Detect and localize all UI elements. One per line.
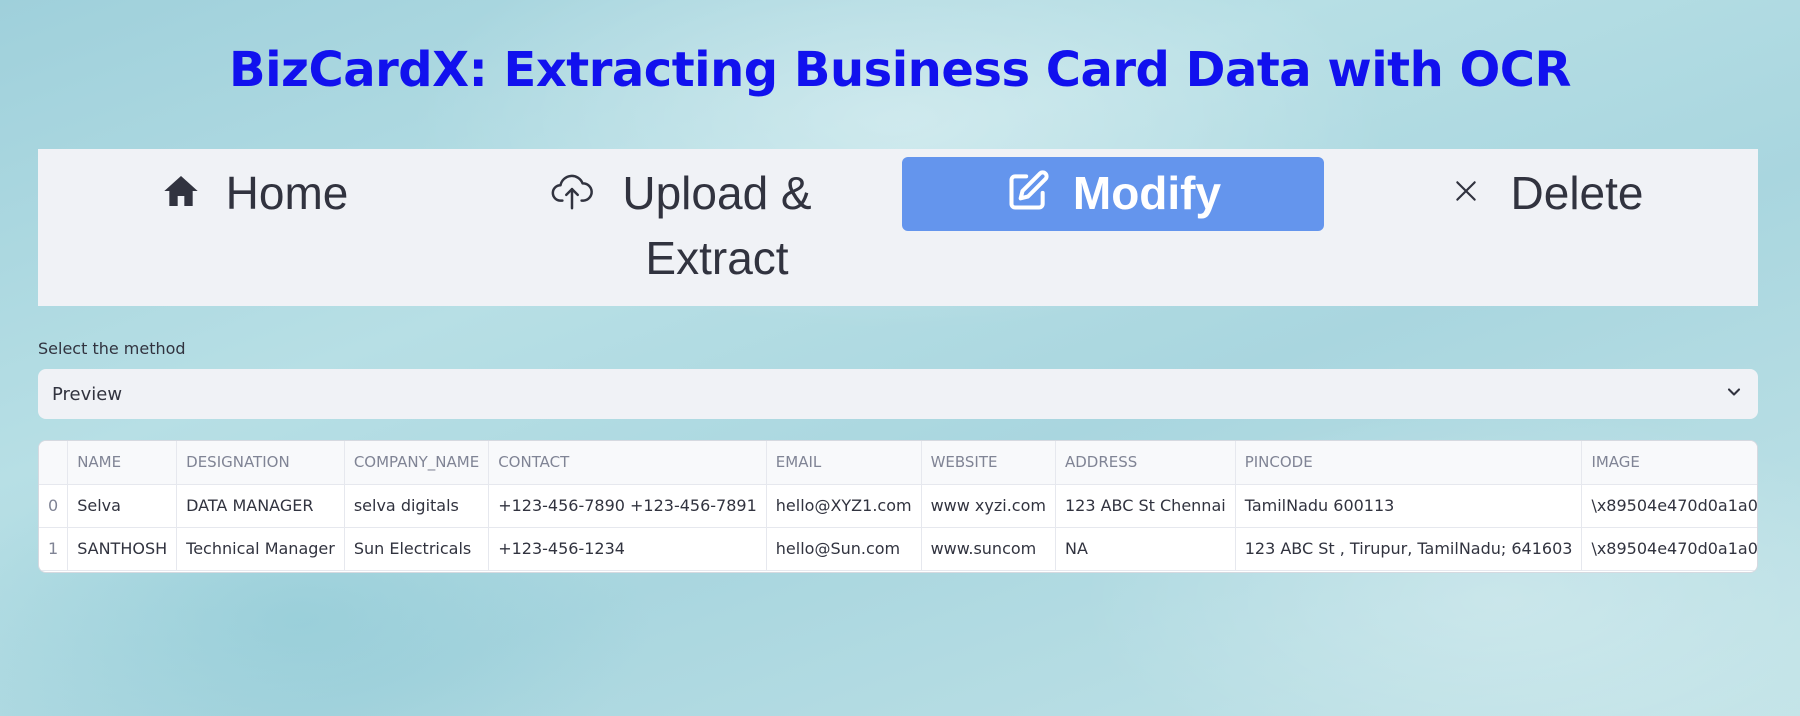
close-icon — [1443, 161, 1489, 221]
column-header-designation[interactable]: DESIGNATION — [176, 441, 345, 485]
cell-designation[interactable]: Technical Manager — [176, 527, 345, 571]
nav-modify-label: Modify — [1072, 167, 1222, 219]
row-index[interactable]: 1 — [39, 527, 69, 571]
nav-modify[interactable]: Modify — [902, 157, 1324, 231]
column-header-contact[interactable]: CONTACT — [488, 441, 767, 485]
cell-pincode[interactable]: 123 ABC St , Tirupur, TamilNadu; 641603 — [1235, 527, 1583, 571]
cell-website[interactable]: www xyzi.com — [921, 484, 1056, 528]
row-index[interactable]: 0 — [39, 484, 69, 528]
cell-designation[interactable]: DATA MANAGER — [176, 484, 345, 528]
column-header-pincode[interactable]: PINCODE — [1235, 441, 1583, 485]
cell-email[interactable]: hello@XYZ1.com — [766, 484, 922, 528]
page-title: BizCardX: Extracting Business Card Data … — [228, 42, 1572, 98]
table-header-row: NAME DESIGNATION COMPANY_NAME CONTACT EM… — [39, 441, 1757, 485]
cell-image[interactable]: \x89504e470d0a1a0a0000000d4948 — [1581, 484, 1757, 528]
table-row: 0 Selva DATA MANAGER selva digitals +123… — [39, 484, 1757, 528]
method-select-value: Preview — [52, 383, 123, 405]
edit-icon — [1005, 161, 1051, 221]
column-header-image[interactable]: IMAGE — [1581, 441, 1757, 485]
nav-delete-label: Delete — [1510, 167, 1644, 219]
column-header-website[interactable]: WEBSITE — [921, 441, 1056, 485]
cell-image[interactable]: \x89504e470d0a1a0a0000000d4948 — [1581, 527, 1757, 571]
cell-name[interactable]: Selva — [67, 484, 178, 528]
cell-address[interactable]: NA — [1055, 527, 1236, 571]
option-menu: Home Upload & Extract Modify Delete — [38, 149, 1758, 306]
column-header-name[interactable]: NAME — [67, 441, 178, 485]
column-header-address[interactable]: ADDRESS — [1055, 441, 1236, 485]
table: NAME DESIGNATION COMPANY_NAME CONTACT EM… — [39, 441, 1757, 571]
method-select-label: Select the method — [38, 339, 186, 358]
column-header-email[interactable]: EMAIL — [766, 441, 922, 485]
nav-upload-extract[interactable]: Upload & Extract — [472, 157, 894, 291]
cell-contact[interactable]: +123-456-7890 +123-456-7891 — [488, 484, 767, 528]
cell-name[interactable]: SANTHOSH — [67, 527, 178, 571]
cell-company-name[interactable]: Sun Electricals — [344, 527, 490, 571]
home-icon — [158, 161, 204, 221]
cell-address[interactable]: 123 ABC St Chennai — [1055, 484, 1236, 528]
nav-home[interactable]: Home — [42, 157, 464, 231]
table-row: 1 SANTHOSH Technical Manager Sun Electri… — [39, 527, 1757, 571]
cell-email[interactable]: hello@Sun.com — [766, 527, 922, 571]
cell-contact[interactable]: +123-456-1234 — [488, 527, 767, 571]
method-select[interactable]: Preview — [38, 369, 1758, 419]
cloud-upload-icon — [549, 161, 595, 221]
cell-website[interactable]: www.suncom — [921, 527, 1056, 571]
column-header-index[interactable] — [39, 441, 69, 485]
nav-delete[interactable]: Delete — [1332, 157, 1754, 231]
cell-pincode[interactable]: TamilNadu 600113 — [1235, 484, 1583, 528]
nav-home-label: Home — [225, 167, 349, 219]
nav-upload-extract-label: Upload & Extract — [622, 167, 812, 284]
cell-company-name[interactable]: selva digitals — [344, 484, 490, 528]
column-header-company-name[interactable]: COMPANY_NAME — [344, 441, 490, 485]
data-table[interactable]: NAME DESIGNATION COMPANY_NAME CONTACT EM… — [38, 440, 1758, 573]
chevron-down-icon — [1724, 382, 1744, 407]
